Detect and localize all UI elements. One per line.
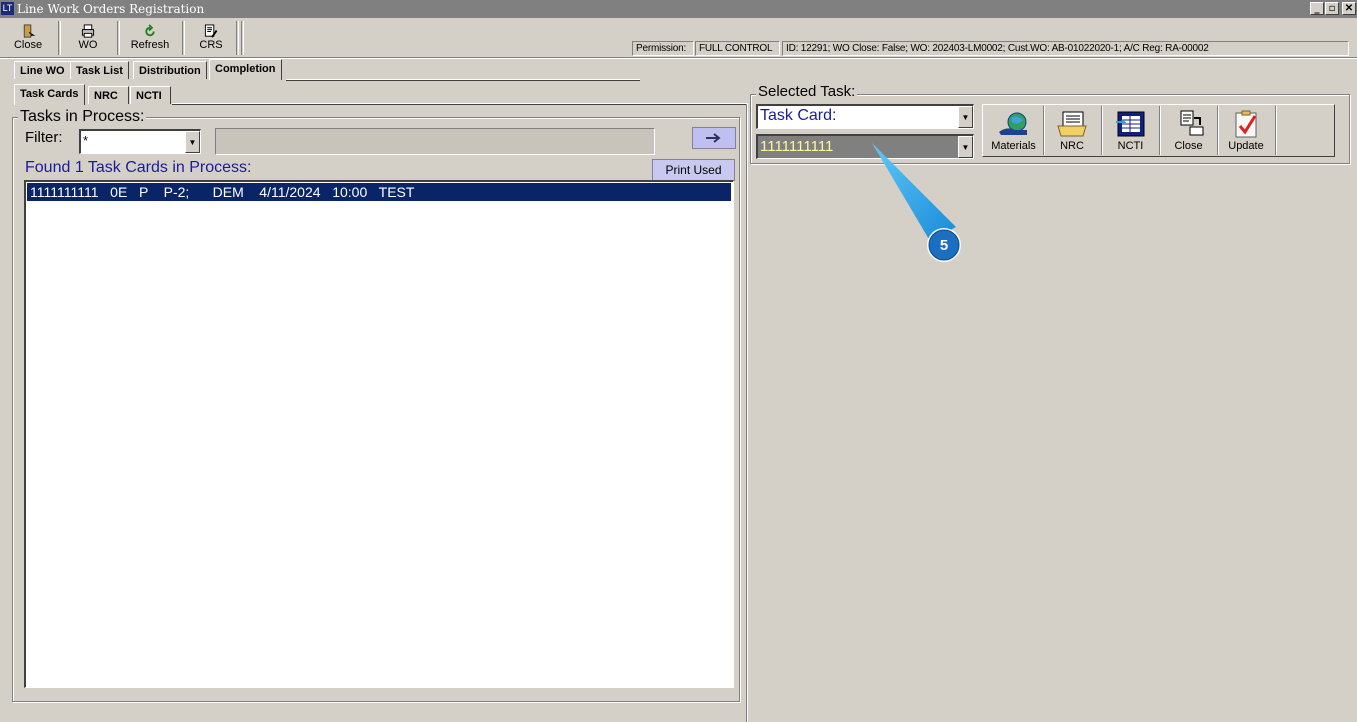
filter-dropdown-button[interactable]: ▼ [185,131,200,153]
task-type-value: Task Card: [760,107,837,124]
arrow-right-icon [706,133,721,143]
toolbar-wo-button[interactable]: WO [70,22,106,55]
subtab-underline [172,103,748,105]
materials-button[interactable]: Materials [986,106,1041,155]
callout-number: 5 [939,237,949,254]
toolbar-crs-button[interactable]: CRS [193,22,229,55]
toolbar-separator [117,21,120,55]
apply-filter-button[interactable] [692,127,736,149]
ncti-button[interactable]: NCTI [1104,106,1157,155]
task-type-dropdown-button[interactable]: ▼ [958,106,973,128]
door-exit-icon [23,24,36,38]
toolbar-close-button[interactable]: Close [8,22,48,55]
documents-icon [1057,111,1087,137]
table-row[interactable]: 1111111111 0E P P-2; DEM 4/11/2024 10:00… [27,183,731,201]
button-separator [1159,106,1161,155]
button-separator [1217,106,1219,155]
toolbar-divider [0,57,1357,59]
print-used-button[interactable]: Print Used [652,159,735,181]
filter-description-field [215,128,655,155]
refresh-icon [145,24,155,37]
permission-value: FULL CONTROL [695,41,780,56]
tab-task-list[interactable]: Task List [70,61,129,79]
tab-completion[interactable]: Completion [209,59,282,80]
clipboard-check-icon [1235,110,1257,138]
tab-ncti[interactable]: NCTI [130,86,171,104]
selected-task-title: Selected Task: [756,83,858,100]
window-title: Line Work Orders Registration [17,2,205,16]
close-task-label: Close [1174,140,1203,152]
toolbar-separator [236,21,239,55]
work-order-info: ID: 12291; WO Close: False; WO: 202403-L… [782,41,1349,56]
toolbar-refresh-label: Refresh [130,39,170,51]
update-button[interactable]: Update [1220,106,1272,155]
minimize-button[interactable]: _ [1310,2,1324,15]
document-edit-icon [204,24,218,38]
close-window-button[interactable]: ✕ [1342,2,1356,15]
toolbar-separator [58,21,61,55]
permission-label: Permission: [632,41,694,56]
tab-distribution[interactable]: Distribution [133,61,207,79]
filter-label: Filter: [25,129,63,146]
button-separator [1043,106,1045,155]
chevron-down-icon: ▼ [961,113,970,122]
table-icon [1115,111,1144,137]
task-type-combobox[interactable]: Task Card: ▼ [756,104,974,129]
toolbar-refresh-button[interactable]: Refresh [128,22,172,55]
tab-line-wo[interactable]: Line WO [14,61,71,79]
task-list[interactable]: 1111111111 0E P P-2; DEM 4/11/2024 10:00… [24,180,734,688]
document-close-icon [1180,110,1203,136]
tab-task-cards[interactable]: Task Cards [14,84,85,105]
tab-nrc[interactable]: NRC [88,86,129,104]
toolbar-separator [241,21,244,55]
button-separator [1275,106,1277,155]
restore-button[interactable]: ▫ [1325,2,1339,15]
printer-icon [81,24,95,38]
toolbar-close-label: Close [13,39,43,51]
found-count-text: Found 1 Task Cards in Process: [25,159,252,176]
update-label: Update [1228,140,1264,152]
tab-underline [286,79,640,81]
toolbar-wo-label: WO [78,39,98,51]
toolbar-separator [182,21,185,55]
globe-hand-icon [998,112,1027,135]
toolbar-crs-label: CRS [199,39,223,51]
materials-label: Materials [991,140,1036,152]
app-icon: LT [1,2,14,15]
ncti-label: NCTI [1117,140,1144,152]
filter-combobox[interactable]: * ▼ [79,129,201,154]
tasks-in-process-title: Tasks in Process: [18,108,147,126]
title-bar: LT Line Work Orders Registration _ ▫ ✕ [0,0,1357,18]
close-task-button[interactable]: Close [1162,106,1215,155]
panel-divider [746,104,748,722]
nrc-button[interactable]: NRC [1046,106,1098,155]
nrc-label: NRC [1060,140,1084,152]
button-separator [1101,106,1103,155]
filter-value: * [83,133,89,148]
task-card-value: 1111111111 [760,138,834,155]
chevron-down-icon: ▼ [188,138,197,147]
